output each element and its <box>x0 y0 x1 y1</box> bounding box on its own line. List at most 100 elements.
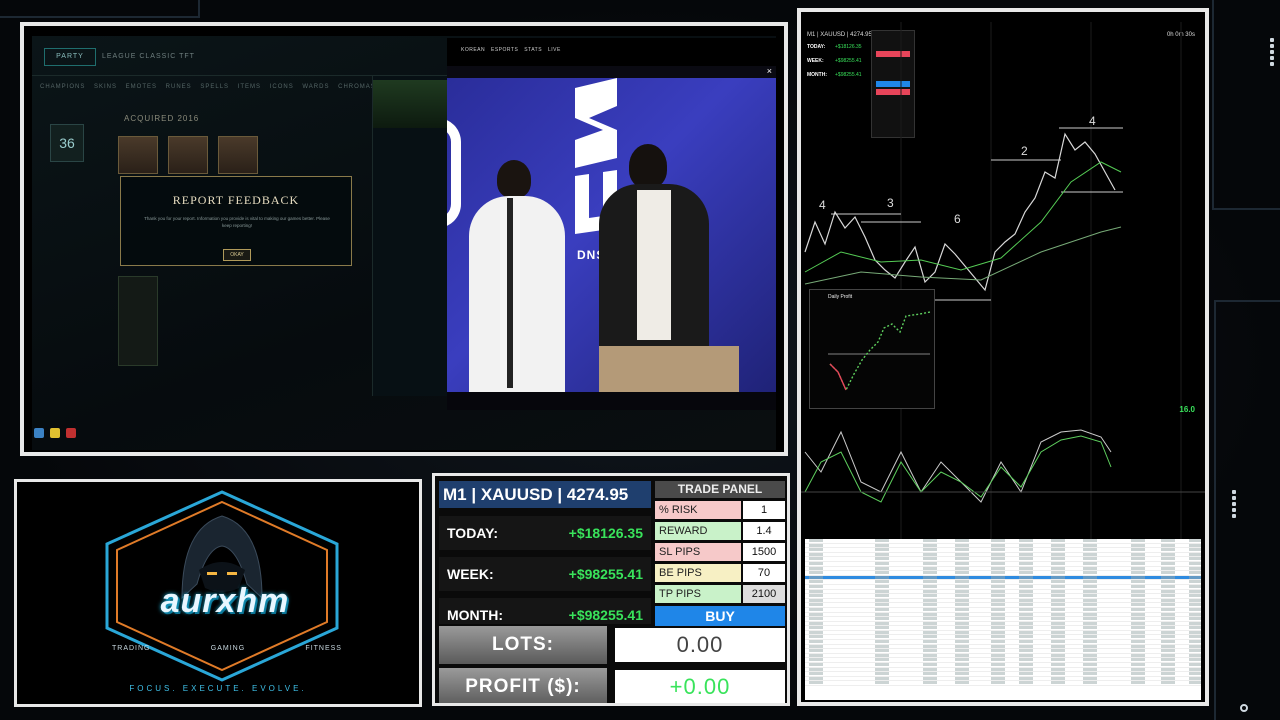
table-cell <box>1161 667 1175 671</box>
table-cell <box>1189 612 1201 616</box>
table-cell <box>1051 580 1065 584</box>
table-cell <box>1051 653 1065 657</box>
reward-input[interactable]: 1.4 <box>743 522 785 540</box>
table-cell <box>1019 630 1033 634</box>
table-cell <box>923 603 937 607</box>
buy-button[interactable]: BUY <box>655 606 785 626</box>
table-cell <box>809 617 823 621</box>
table-cell <box>923 644 937 648</box>
table-cell <box>1019 566 1033 570</box>
table-cell <box>1083 607 1097 611</box>
table-cell <box>1161 589 1175 593</box>
table-cell <box>1161 603 1175 607</box>
table-cell <box>1189 539 1201 542</box>
icon-card[interactable] <box>118 136 158 174</box>
table-cell <box>923 635 937 639</box>
table-cell <box>955 607 969 611</box>
table-cell <box>1189 663 1201 667</box>
decorative-shape <box>447 118 461 228</box>
table-cell <box>1189 543 1201 547</box>
table-cell <box>1189 667 1201 671</box>
table-cell <box>875 594 889 598</box>
table-cell <box>809 539 823 542</box>
table-cell <box>1083 663 1097 667</box>
trade-history-table[interactable] <box>805 539 1201 700</box>
pillar-fitness: FITNESS <box>305 645 342 652</box>
table-cell <box>1083 603 1097 607</box>
party-button[interactable]: PARTY <box>44 48 96 66</box>
be-pips-input[interactable]: 70 <box>743 564 785 582</box>
brand-logo-panel: aurxhm TRADING GAMING FITNESS FOCUS. EXE… <box>14 479 422 707</box>
table-cell <box>1083 580 1097 584</box>
table-cell <box>923 621 937 625</box>
table-cell <box>809 607 823 611</box>
wave-label: 4 <box>819 198 826 212</box>
person-legs <box>599 346 739 392</box>
table-cell <box>1131 566 1145 570</box>
table-cell <box>1161 676 1175 680</box>
table-cell <box>1051 539 1065 542</box>
table-cell <box>991 580 1005 584</box>
table-cell <box>1083 566 1097 570</box>
collection-tabs[interactable]: CHAMPIONS SKINS EMOTES RUNES SPELLS ITEM… <box>40 84 424 90</box>
table-cell <box>955 672 969 676</box>
table-cell <box>991 603 1005 607</box>
table-cell <box>1131 617 1145 621</box>
table-cell <box>991 589 1005 593</box>
stream-video-window: KOREAN ESPORTS STATS LIVE × DNS <box>447 38 776 410</box>
table-row[interactable] <box>805 681 1201 686</box>
price-chart[interactable] <box>801 22 1205 540</box>
close-icon[interactable]: × <box>767 66 772 76</box>
table-cell <box>991 630 1005 634</box>
icon-card[interactable] <box>118 276 158 366</box>
table-cell <box>955 580 969 584</box>
video-nav[interactable]: KOREAN ESPORTS STATS LIVE <box>461 47 561 53</box>
table-cell <box>809 653 823 657</box>
circuit-decoration <box>0 0 200 18</box>
table-cell <box>1051 681 1065 685</box>
table-cell <box>991 539 1005 542</box>
app-icon[interactable] <box>34 428 44 438</box>
table-cell <box>1051 589 1065 593</box>
table-cell <box>1161 557 1175 561</box>
table-cell <box>1051 672 1065 676</box>
okay-button[interactable]: OKAY <box>223 249 251 261</box>
icon-card[interactable] <box>168 136 208 174</box>
table-cell <box>1051 561 1065 565</box>
table-cell <box>875 681 889 685</box>
table-cell <box>1189 589 1201 593</box>
app-icon[interactable] <box>50 428 60 438</box>
table-cell <box>1189 676 1201 680</box>
table-cell <box>1051 603 1065 607</box>
table-cell <box>955 603 969 607</box>
risk-input[interactable]: 1 <box>743 501 785 519</box>
daily-profit-chart: Daily Profit <box>809 289 935 409</box>
table-cell <box>1019 621 1033 625</box>
table-cell <box>955 598 969 602</box>
table-cell <box>1051 635 1065 639</box>
table-cell <box>1051 575 1065 579</box>
video-controls[interactable] <box>447 392 776 410</box>
tp-pips-input[interactable]: 2100 <box>743 585 785 603</box>
game-nav[interactable]: LEAGUE CLASSIC TFT <box>102 53 195 60</box>
table-cell <box>955 676 969 680</box>
sl-pips-input[interactable]: 1500 <box>743 543 785 561</box>
table-cell <box>809 598 823 602</box>
table-cell <box>1189 658 1201 662</box>
table-cell <box>1131 584 1145 588</box>
table-cell <box>923 584 937 588</box>
table-cell <box>1083 630 1097 634</box>
table-cell <box>1083 617 1097 621</box>
game-capture-panel: PARTY LEAGUE CLASSIC TFT CHAMPIONS SKINS… <box>20 22 788 456</box>
table-cell <box>991 640 1005 644</box>
table-cell <box>1131 653 1145 657</box>
video-screen[interactable]: DNS <box>447 78 776 392</box>
table-cell <box>1189 681 1201 685</box>
app-icon[interactable] <box>66 428 76 438</box>
table-cell <box>923 676 937 680</box>
table-cell <box>923 552 937 556</box>
table-cell <box>1131 594 1145 598</box>
icon-card[interactable] <box>218 136 258 174</box>
table-cell <box>1051 630 1065 634</box>
circuit-dots <box>1232 488 1242 520</box>
